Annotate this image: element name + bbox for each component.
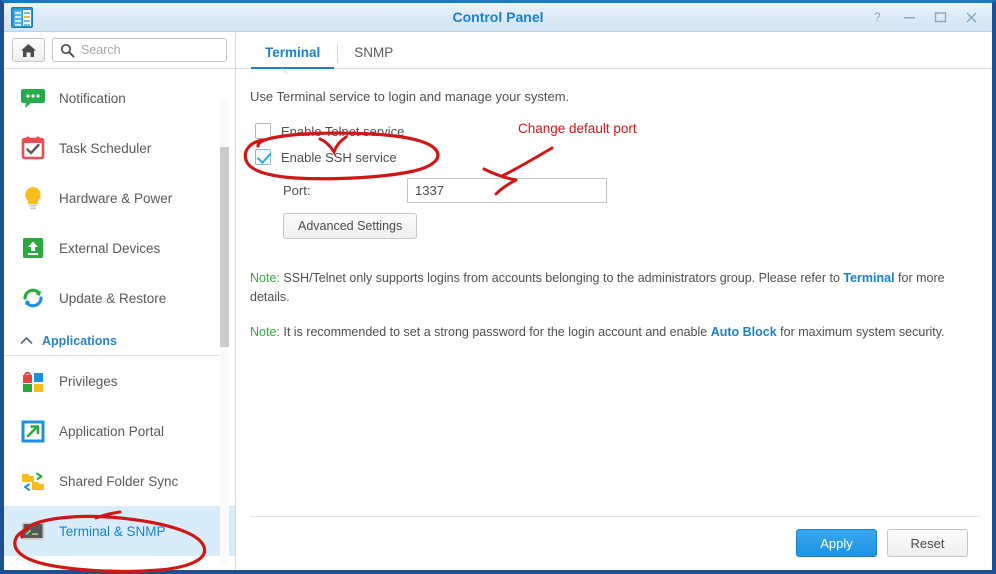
help-button[interactable]: ?: [872, 10, 885, 24]
sidebar-item-task-scheduler[interactable]: Task Scheduler: [4, 123, 235, 173]
sidebar-item-hardware-power[interactable]: Hardware & Power: [4, 173, 235, 223]
sidebar-item-privileges[interactable]: Privileges: [4, 356, 235, 406]
svg-text:?: ?: [874, 10, 881, 24]
note-tag: Note:: [250, 271, 280, 285]
sidebar-item-label: Application Portal: [59, 423, 165, 439]
sidebar-item-label: Privileges: [59, 373, 118, 389]
enable-telnet-label: Enable Telnet service: [281, 123, 405, 139]
home-icon: [21, 43, 36, 57]
note-text-before: SSH/Telnet only supports logins from acc…: [279, 271, 844, 285]
sidebar-item-update-restore[interactable]: Update & Restore: [4, 273, 235, 323]
search-input[interactable]: [53, 39, 226, 61]
chevron-up-icon: [20, 332, 33, 350]
search-box[interactable]: [52, 38, 227, 62]
sidebar-toolbar: [4, 32, 235, 69]
portal-arrow-icon: [20, 418, 46, 444]
lightbulb-icon: [20, 185, 46, 211]
sidebar: Notification Task Scheduler: [4, 32, 236, 570]
port-row: Port:: [255, 178, 972, 203]
window-body: Notification Task Scheduler: [4, 32, 992, 570]
sidebar-item-label: Terminal & SNMP: [59, 523, 166, 539]
tab-terminal[interactable]: Terminal: [248, 40, 337, 69]
sidebar-item-label: Hardware & Power: [59, 190, 173, 206]
tab-label: Terminal: [265, 45, 321, 60]
sidebar-item-external-devices[interactable]: External Devices: [4, 223, 235, 273]
close-button[interactable]: [965, 10, 978, 24]
port-label: Port:: [283, 183, 311, 198]
refresh-arrows-icon: [20, 285, 46, 311]
sidebar-scrollbar[interactable]: [220, 99, 229, 564]
tab-label: SNMP: [354, 45, 394, 60]
note-strong-password: Note: It is recommended to set a strong …: [250, 323, 955, 342]
sidebar-item-shared-folder-sync[interactable]: Shared Folder Sync: [4, 456, 235, 506]
terminal-link[interactable]: Terminal: [843, 271, 894, 285]
footer-actions: Apply Reset: [236, 516, 992, 570]
terminal-icon: [20, 518, 46, 544]
window-controls: ?: [872, 10, 978, 24]
sidebar-item-label: Notification: [59, 90, 126, 106]
search-icon: [60, 43, 75, 63]
folder-sync-icon: [20, 468, 46, 494]
content-area: Terminal SNMP Use Terminal service to lo…: [236, 32, 992, 570]
minimize-button[interactable]: [903, 10, 916, 24]
tab-bar: Terminal SNMP: [236, 39, 992, 69]
sidebar-item-label: Update & Restore: [59, 290, 167, 306]
note-tag: Note:: [250, 325, 280, 339]
apply-button[interactable]: Apply: [796, 529, 877, 557]
sidebar-group-label: Applications: [42, 333, 118, 348]
note-text-before: It is recommended to set a strong passwo…: [279, 325, 711, 339]
title-bar: Control Panel ?: [4, 3, 992, 32]
sidebar-item-notification[interactable]: Notification: [4, 73, 235, 123]
port-input[interactable]: [407, 178, 607, 203]
note-text-after: for maximum system security.: [776, 325, 945, 339]
speech-bubble-icon: [20, 85, 46, 111]
tab-snmp[interactable]: SNMP: [337, 40, 410, 68]
calendar-check-icon: [20, 135, 46, 161]
sidebar-item-label: Task Scheduler: [59, 140, 152, 156]
sidebar-list: Notification Task Scheduler Hardware & P…: [4, 69, 235, 570]
control-panel-icon: [11, 6, 33, 28]
panel-intro-text: Use Terminal service to login and manage…: [250, 89, 570, 104]
sidebar-item-terminal-snmp[interactable]: Terminal & SNMP: [4, 506, 235, 556]
enable-ssh-checkbox[interactable]: [255, 149, 271, 165]
enable-telnet-checkbox[interactable]: [255, 123, 271, 139]
telnet-row: Enable Telnet service: [255, 118, 972, 144]
window-title: Control Panel: [452, 9, 544, 25]
auto-block-link[interactable]: Auto Block: [711, 325, 777, 339]
enable-ssh-label: Enable SSH service: [281, 149, 397, 165]
sidebar-item-label: External Devices: [59, 240, 161, 256]
control-panel-window: Control Panel ? Search Notification Task…: [0, 0, 996, 574]
green-upload-box-icon: [20, 235, 46, 261]
privileges-squares-icon: [20, 368, 46, 394]
sidebar-item-application-portal[interactable]: Application Portal: [4, 406, 235, 456]
advanced-settings-button[interactable]: Advanced Settings: [283, 213, 418, 239]
sidebar-group-applications[interactable]: Applications: [4, 326, 223, 356]
note-ssh-admins: Note: SSH/Telnet only supports logins fr…: [250, 269, 950, 307]
sidebar-scroll-thumb[interactable]: [220, 147, 229, 347]
maximize-button[interactable]: [934, 10, 947, 24]
sidebar-item-label: Shared Folder Sync: [59, 473, 179, 489]
home-button[interactable]: [12, 38, 45, 62]
terminal-settings-panel: Use Terminal service to login and manage…: [236, 69, 992, 516]
ssh-row: Enable SSH service: [255, 144, 972, 170]
reset-button[interactable]: Reset: [887, 529, 968, 557]
